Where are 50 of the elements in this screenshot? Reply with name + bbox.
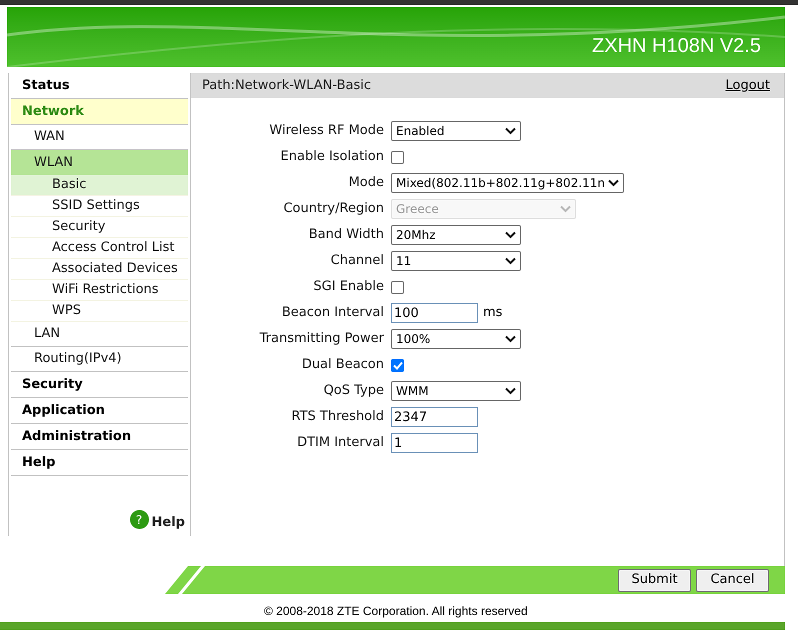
field-label: RTS Threshold [290,408,385,426]
chevron-down-icon [505,127,516,135]
menu-item[interactable]: Network [11,99,188,125]
field-label: QoS Type [322,382,385,400]
help-icon[interactable]: ? [130,510,149,530]
dropdown[interactable]: 20Mhz [391,225,521,245]
dropdown[interactable]: 11 [391,251,521,271]
dropdown[interactable]: WMM [391,381,521,401]
submenu-item[interactable]: WPS [11,301,188,322]
field-label: Transmitting Power [258,330,385,348]
submit-button[interactable]: Submit [618,568,691,592]
input-field[interactable]: 1 [391,433,478,453]
input-field[interactable]: 100 [391,303,478,323]
field-label: Channel [330,252,385,270]
dropdown[interactable]: 100% [391,329,521,349]
breadcrumb-path: Path:Network-WLAN-Basic [202,76,372,95]
field-label: Dual Beacon [300,356,385,374]
submenu-item[interactable]: Security [11,217,188,238]
field-label: Enable Isolation [280,148,385,166]
chevron-down-icon [608,179,620,187]
field-label: Band Width [308,226,385,244]
chevron-down-icon [505,335,516,343]
help-link[interactable]: Help [152,512,185,532]
cancel-button[interactable]: Cancel [696,568,769,592]
unit-label: ms [483,304,502,322]
copyright-text: © 2008-2018 ZTE Corporation. All rights reserved [264,603,528,620]
checkbox[interactable] [391,280,404,294]
menu-item[interactable]: WLAN [11,150,188,175]
dropdown[interactable]: Enabled [391,121,521,141]
field-label: SGI Enable [312,278,385,296]
submenu-item[interactable]: Access Control List [11,238,188,259]
submenu-item[interactable]: Associated Devices [11,259,188,280]
field-label: Beacon Interval [280,304,385,322]
logout-link[interactable]: Logout [725,76,770,96]
submenu-item[interactable]: WiFi Restrictions [11,280,188,301]
submenu-item[interactable]: SSID Settings [11,196,188,217]
field-label: DTIM Interval [296,434,385,452]
field-label: Wireless RF Mode [268,122,385,140]
model-title: ZXHN H108N V2.5 [592,34,761,59]
chevron-down-icon [505,231,516,239]
chevron-down-icon [560,205,571,213]
chevron-down-icon [505,387,516,395]
chevron-down-icon [505,257,516,265]
submenu-item[interactable]: Basic [11,175,188,196]
checkbox[interactable] [391,358,404,372]
input-field[interactable]: 2347 [391,407,478,427]
field-label: Country/Region [282,200,385,218]
field-label: Mode [348,174,385,192]
dropdown[interactable]: Mixed(802.11b+802.11g+802.11n [391,173,624,193]
checkbox[interactable] [391,150,404,164]
